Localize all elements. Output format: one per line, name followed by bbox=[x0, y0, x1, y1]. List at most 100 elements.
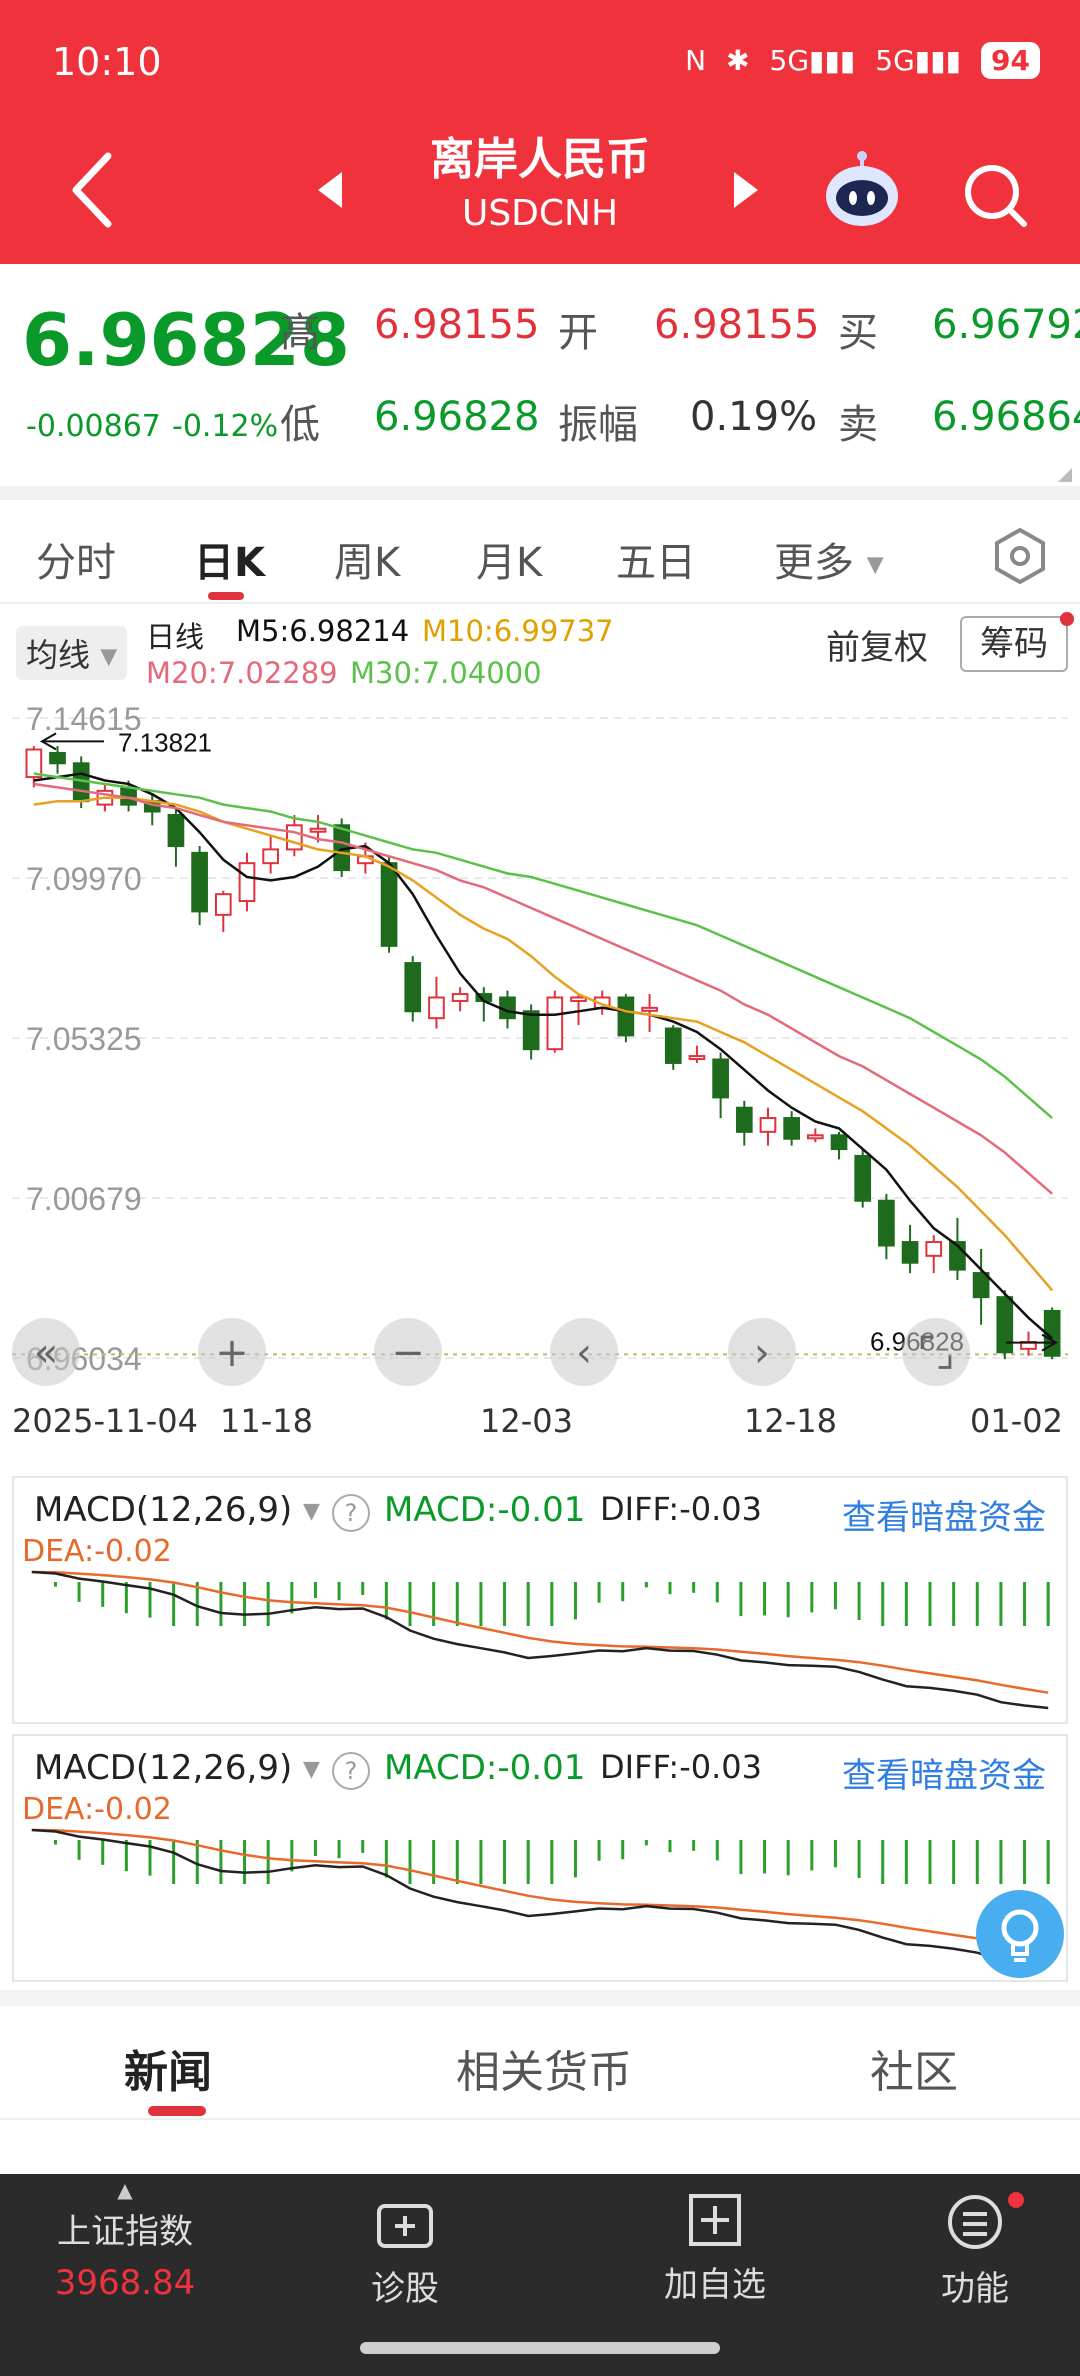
ma10-value: M10:6.99737 bbox=[422, 614, 614, 648]
expand-corner-icon[interactable] bbox=[1058, 468, 1072, 482]
tab-daily-k[interactable]: 日K bbox=[194, 530, 265, 588]
active-tab-indicator bbox=[208, 592, 244, 600]
back-arrow-icon[interactable] bbox=[64, 150, 124, 230]
candle-body bbox=[285, 824, 303, 851]
buy-label: 买 bbox=[838, 310, 878, 356]
x-tick-label: 01-02 bbox=[970, 1402, 1063, 1440]
prev-icon[interactable]: ‹ bbox=[550, 1318, 618, 1386]
page-subtitle: USDCNH bbox=[461, 193, 619, 234]
help-icon[interactable]: ? bbox=[332, 1494, 370, 1532]
candle-body bbox=[570, 996, 587, 1002]
adjust-mode[interactable]: 前复权 bbox=[826, 620, 928, 669]
page-title: 离岸人民币 bbox=[430, 134, 650, 185]
prev-icon-glyph: ‹ bbox=[576, 1330, 592, 1376]
title-block: 离岸人民币 USDCNH bbox=[330, 132, 750, 240]
candle-body bbox=[972, 1272, 990, 1299]
caret-up-icon: ▲ bbox=[117, 2178, 133, 2202]
low-label: 低 bbox=[280, 402, 320, 448]
high-value: 6.98155 bbox=[374, 302, 540, 348]
candle-body bbox=[214, 893, 232, 916]
candle-body bbox=[759, 1117, 777, 1133]
candle-body bbox=[996, 1296, 1014, 1354]
caret-down-icon: ▼ bbox=[866, 552, 884, 578]
status-time: 10:10 bbox=[52, 40, 162, 84]
price-change-pct: -0.12% bbox=[172, 409, 279, 444]
next-icon[interactable]: › bbox=[728, 1318, 796, 1386]
x-tick-label: 11-18 bbox=[220, 1402, 313, 1440]
lightbulb-icon[interactable] bbox=[976, 1890, 1064, 1978]
search-icon[interactable] bbox=[960, 160, 1030, 230]
signal-icon-2: 5G▮▮▮ bbox=[875, 44, 962, 77]
news-tabs: 新闻 相关货币 社区 bbox=[0, 2006, 1080, 2120]
open-value: 6.98155 bbox=[654, 302, 820, 348]
y-tick-label: 7.00679 bbox=[26, 1181, 142, 1217]
tab-community[interactable]: 社区 bbox=[870, 2036, 958, 2100]
dea-line bbox=[31, 1828, 1049, 1952]
candle-body bbox=[262, 848, 280, 865]
candle-body bbox=[167, 813, 185, 847]
settings-hex-icon[interactable] bbox=[990, 526, 1050, 586]
candle-body bbox=[735, 1106, 753, 1133]
moving-average-bar: 均线 ▼ 日线 M5:6.98214 M10:6.99737 M20:7.022… bbox=[0, 606, 1080, 698]
dea-line bbox=[31, 1570, 1049, 1694]
tab-more[interactable]: 更多 ▼ bbox=[774, 530, 884, 588]
macd-selector-label: MACD(12,26,9) bbox=[34, 1490, 293, 1530]
caret-down-icon: ▼ bbox=[303, 1757, 320, 1782]
next-triangle-icon[interactable] bbox=[734, 172, 758, 208]
header-bar: 10:10 N ✱ 5G▮▮▮ 5G▮▮▮ 94 离岸人民币 USDCNH bbox=[0, 0, 1080, 264]
notification-dot bbox=[1008, 2192, 1024, 2208]
tab-news[interactable]: 新闻 bbox=[124, 2036, 212, 2100]
add-icon bbox=[689, 2194, 741, 2246]
y-tick-label: 7.05325 bbox=[26, 1021, 142, 1057]
diagnose-label: 诊股 bbox=[371, 2269, 439, 2309]
tab-five-day[interactable]: 五日 bbox=[616, 530, 696, 588]
index-value: 3968.84 bbox=[54, 2263, 196, 2303]
candle-body bbox=[25, 748, 43, 779]
diagnose-button[interactable]: 诊股 bbox=[340, 2200, 470, 2310]
chip-button[interactable]: 筹码 bbox=[960, 616, 1068, 672]
function-label: 功能 bbox=[941, 2269, 1009, 2309]
zoom-in-icon[interactable]: + bbox=[198, 1318, 266, 1386]
active-tab-indicator bbox=[148, 2106, 206, 2116]
fullscreen-icon-glyph: ⌜⌟ bbox=[917, 1330, 955, 1376]
rewind-icon[interactable]: « bbox=[12, 1318, 80, 1386]
macd-selector[interactable]: MACD(12,26,9) ▼ bbox=[34, 1490, 320, 1530]
divider bbox=[0, 486, 1080, 500]
diff-value: DIFF:-0.03 bbox=[600, 1490, 762, 1528]
dark-pool-link[interactable]: 查看暗盘资金 bbox=[842, 1748, 1046, 1797]
price-change: -0.00867 bbox=[26, 409, 161, 444]
fullscreen-icon[interactable]: ⌜⌟ bbox=[902, 1318, 970, 1386]
dark-pool-link[interactable]: 查看暗盘资金 bbox=[842, 1490, 1046, 1539]
robot-assistant-icon[interactable] bbox=[820, 150, 904, 230]
function-button[interactable]: 功能 bbox=[910, 2192, 1040, 2310]
amplitude-label: 振幅 bbox=[558, 402, 638, 448]
candle-body bbox=[309, 827, 327, 833]
candle-body bbox=[404, 962, 422, 1013]
ma-line-m5 bbox=[33, 772, 1054, 1340]
candle-body bbox=[901, 1241, 919, 1264]
ma-selector-button[interactable]: 均线 ▼ bbox=[16, 626, 128, 680]
ma-line-m20 bbox=[33, 782, 1054, 1195]
tab-related-currency[interactable]: 相关货币 bbox=[456, 2036, 632, 2100]
ma-line-m30 bbox=[33, 772, 1054, 1120]
y-tick-label: 7.09970 bbox=[26, 861, 142, 897]
candlestick-chart[interactable]: 7.146157.099707.053257.006796.960347.138… bbox=[12, 698, 1068, 1398]
candle-body bbox=[428, 996, 445, 1020]
next-icon-glyph: › bbox=[754, 1330, 770, 1376]
macd-selector[interactable]: MACD(12,26,9) ▼ bbox=[34, 1748, 320, 1788]
candle-body bbox=[878, 1199, 895, 1247]
zoom-out-icon[interactable]: − bbox=[374, 1318, 442, 1386]
ma20-value: M20:7.02289 bbox=[146, 656, 338, 690]
sell-label: 卖 bbox=[838, 402, 878, 448]
bluetooth-icon: ✱ bbox=[726, 44, 750, 77]
index-ticker[interactable]: ▲ 上证指数 3968.84 bbox=[20, 2178, 230, 2303]
tab-monthly-k[interactable]: 月K bbox=[476, 530, 542, 588]
add-watchlist-button[interactable]: 加自选 bbox=[640, 2192, 790, 2306]
tab-weekly-k[interactable]: 周K bbox=[334, 530, 400, 588]
rewind-icon-glyph: « bbox=[34, 1330, 58, 1376]
tab-intraday[interactable]: 分时 bbox=[36, 530, 116, 588]
candle-body bbox=[451, 993, 469, 1002]
candle-body bbox=[688, 1055, 706, 1061]
help-icon[interactable]: ? bbox=[332, 1752, 370, 1790]
quote-panel: 6.96828 -0.00867 -0.12% 高 6.98155 开 6.98… bbox=[0, 264, 1080, 486]
